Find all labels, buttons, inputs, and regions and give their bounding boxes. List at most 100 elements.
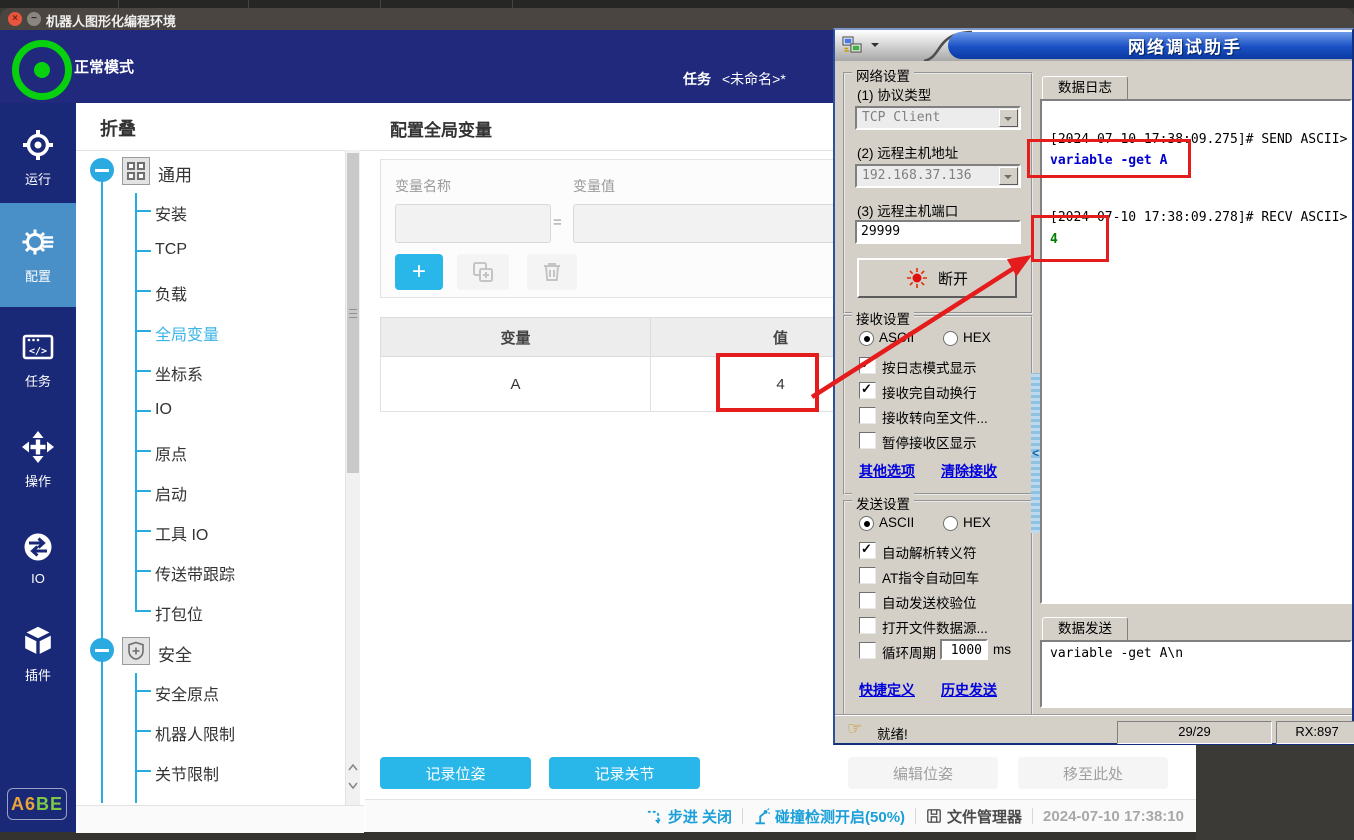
- strip-separator: [512, 0, 513, 8]
- tree-item-payload[interactable]: 负载: [155, 281, 187, 305]
- escape-parse-checkbox[interactable]: [859, 542, 876, 559]
- add-variable-button[interactable]: +: [395, 254, 443, 290]
- edit-pose-button[interactable]: 编辑位姿: [848, 757, 998, 789]
- collapse-label[interactable]: 折叠: [100, 115, 136, 141]
- tree-item-install[interactable]: 安装: [155, 201, 187, 225]
- send-settings-label: 发送设置: [852, 493, 914, 513]
- other-options-link[interactable]: 其他选项: [859, 461, 915, 481]
- recv-hex-radio[interactable]: [943, 331, 958, 346]
- host-label: (2) 远程主机地址: [857, 142, 958, 162]
- task-label: 任务: [683, 69, 711, 89]
- move-arrows-icon: [21, 430, 55, 464]
- sidebar-item-run[interactable]: 运行: [0, 117, 76, 199]
- background-window-strip: [0, 0, 1354, 8]
- tree-item-tool-io[interactable]: 工具 IO: [155, 521, 208, 545]
- var-name-input[interactable]: [395, 204, 551, 243]
- sidebar-item-plugin[interactable]: 插件: [0, 615, 76, 693]
- move-here-button[interactable]: 移至此处: [1018, 757, 1168, 789]
- tree-item-robot-limit[interactable]: 机器人限制: [155, 721, 235, 745]
- tree-tick: [135, 290, 151, 292]
- tree-item-joint-limit[interactable]: 关节限制: [155, 761, 219, 785]
- dropdown-arrow-icon[interactable]: [999, 109, 1018, 127]
- tab-data-log[interactable]: 数据日志: [1042, 76, 1128, 101]
- cell-variable-name[interactable]: A: [381, 357, 651, 412]
- delete-button[interactable]: [527, 254, 577, 290]
- cycle-input[interactable]: 1000: [940, 639, 988, 660]
- bottom-desktop-strip: [0, 832, 1196, 840]
- tab-data-send[interactable]: 数据发送: [1042, 617, 1128, 642]
- rx-counter-field: RX:897: [1276, 721, 1354, 744]
- pause-display-checkbox[interactable]: [859, 432, 876, 449]
- step-mode-status[interactable]: 步进 关闭: [646, 806, 732, 827]
- host-combo[interactable]: 192.168.37.136: [855, 164, 1021, 188]
- protocol-value: TCP Client: [862, 110, 940, 125]
- tree-group-safety[interactable]: 安全: [158, 641, 192, 666]
- sidebar-item-label: 运行: [25, 169, 51, 188]
- assistant-titlebar[interactable]: 网络调试助手: [835, 30, 1352, 61]
- disconnect-button[interactable]: 断开: [857, 258, 1017, 298]
- send-ascii-radio[interactable]: [859, 516, 874, 531]
- cycle-unit: ms: [993, 642, 1011, 657]
- protocol-combo[interactable]: TCP Client: [855, 106, 1021, 130]
- data-send-area[interactable]: variable -get A\n: [1040, 640, 1352, 708]
- file-source-checkbox[interactable]: [859, 617, 876, 634]
- safety-group-icon: [122, 637, 150, 665]
- file-source-label: 打开文件数据源...: [882, 617, 988, 637]
- log-mode-checkbox[interactable]: [859, 357, 876, 374]
- chevron-down-icon[interactable]: [871, 43, 879, 51]
- record-pose-button[interactable]: 记录位姿: [380, 757, 531, 789]
- dropdown-arrow-icon[interactable]: [999, 167, 1018, 185]
- log-mode-label: 按日志模式显示: [882, 357, 977, 377]
- at-cr-checkbox[interactable]: [859, 567, 876, 584]
- port-input[interactable]: 29999: [855, 220, 1021, 244]
- status-divider-light: [835, 715, 1352, 716]
- tree-item-global-variables[interactable]: 全局变量: [155, 321, 219, 345]
- sidebar-item-label: 操作: [25, 471, 51, 490]
- redirect-file-checkbox[interactable]: [859, 407, 876, 424]
- auto-checksum-checkbox[interactable]: [859, 592, 876, 609]
- file-manager-icon: [926, 808, 942, 824]
- window-title: 机器人图形化编程环境: [46, 11, 176, 30]
- tree-group-general[interactable]: 通用: [158, 161, 192, 186]
- sidebar-item-operate[interactable]: 操作: [0, 421, 76, 499]
- recv-ascii-radio[interactable]: [859, 331, 874, 346]
- tree-item-coordinate[interactable]: 坐标系: [155, 361, 203, 385]
- receive-settings-label: 接收设置: [852, 308, 914, 328]
- scroll-up-icon[interactable]: [348, 758, 358, 776]
- auto-checksum-label: 自动发送校验位: [882, 592, 977, 612]
- minimize-icon[interactable]: −: [27, 12, 41, 26]
- send-hex-radio[interactable]: [943, 516, 958, 531]
- recv-ascii-label: ASCII: [879, 330, 914, 345]
- tree-item-io[interactable]: IO: [155, 401, 172, 419]
- sidebar-item-task[interactable]: </> 任务: [0, 321, 76, 399]
- tree-item-startup[interactable]: 启动: [155, 481, 187, 505]
- auto-newline-checkbox[interactable]: [859, 382, 876, 399]
- host-value: 192.168.37.136: [862, 168, 972, 183]
- tree-item-conveyor[interactable]: 传送带跟踪: [155, 561, 235, 585]
- tree-item-home[interactable]: 原点: [155, 441, 187, 465]
- scrollbar-thumb[interactable]: [347, 153, 359, 473]
- record-joint-button[interactable]: 记录关节: [549, 757, 700, 789]
- network-debug-assistant-window: 网络调试助手 网络设置 (1) 协议类型 TCP Client (2) 远程主机…: [833, 28, 1354, 745]
- tree-item-safe-home[interactable]: 安全原点: [155, 681, 219, 705]
- collision-status[interactable]: 碰撞检测开启(50%): [753, 806, 905, 827]
- collapse-node-icon[interactable]: [90, 638, 114, 662]
- step-icon: [646, 808, 663, 825]
- collapse-node-icon[interactable]: [90, 158, 114, 182]
- tree-scrollbar[interactable]: [345, 150, 360, 805]
- tree-hscroll-track[interactable]: [76, 805, 364, 833]
- file-manager-entry[interactable]: 文件管理器: [926, 806, 1022, 827]
- tree-item-tcp[interactable]: TCP: [155, 241, 187, 259]
- sidebar-item-config[interactable]: 配置: [0, 203, 76, 307]
- duplicate-button[interactable]: [457, 254, 509, 290]
- panel-collapse-handle[interactable]: <: [1031, 373, 1040, 533]
- history-send-link[interactable]: 历史发送: [941, 680, 997, 700]
- cycle-checkbox[interactable]: [859, 642, 876, 659]
- quick-define-link[interactable]: 快捷定义: [859, 680, 915, 700]
- close-icon[interactable]: ×: [8, 12, 22, 26]
- scroll-down-icon[interactable]: [348, 776, 358, 794]
- screen: × − 机器人图形化编程环境 正常模式 任务 <未命名>* 配置 default…: [0, 0, 1354, 840]
- clear-receive-link[interactable]: 清除接收: [941, 461, 997, 481]
- sidebar-item-io[interactable]: IO: [0, 519, 76, 597]
- tree-item-pack-pos[interactable]: 打包位: [155, 601, 203, 625]
